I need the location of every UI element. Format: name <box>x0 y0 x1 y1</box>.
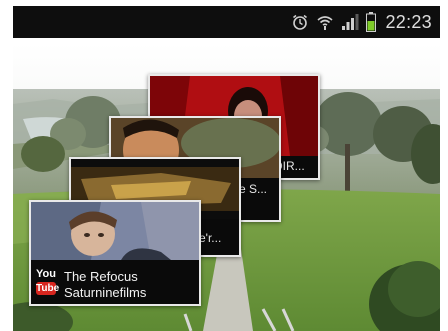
video-card-1[interactable]: You Tube The Refocus Saturninefilms <box>29 200 201 306</box>
home-screen[interactable]: DIR... e S... e'r... You Tube The Refocu… <box>13 44 440 331</box>
youtube-logo-you: You <box>36 268 56 280</box>
video-thumbnail <box>31 202 199 260</box>
video-title-partial: e S... <box>239 182 268 196</box>
clock: 22:23 <box>385 11 432 32</box>
status-bar: 22:23 <box>13 6 440 38</box>
video-caption: You Tube The Refocus Saturninefilms <box>31 260 199 304</box>
video-title-partial: e'r... <box>199 231 222 245</box>
signal-icon <box>342 14 359 30</box>
video-channel: Saturninefilms <box>64 285 147 300</box>
battery-icon <box>366 12 377 32</box>
wifi-icon <box>317 16 333 30</box>
youtube-logo-icon: You Tube <box>36 268 60 298</box>
youtube-logo-tube: Tube <box>36 282 60 295</box>
video-title: The Refocus <box>64 269 138 284</box>
status-icons: 22:23 <box>291 11 432 33</box>
alarm-icon <box>293 14 308 30</box>
